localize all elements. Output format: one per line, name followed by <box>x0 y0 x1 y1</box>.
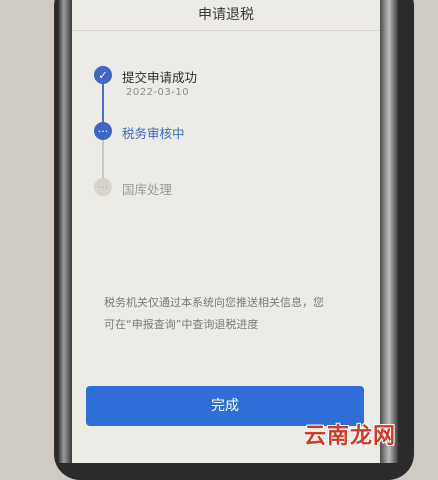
page-title: 申请退税 <box>198 7 254 23</box>
step-title-submitted: 提交申请成功 <box>122 70 198 85</box>
progress-steps: ✓ 提交申请成功 2022-03-10 ··· 税务审核中 ··· 国库处理 <box>92 62 352 202</box>
check-icon: ✓ <box>94 66 112 84</box>
phone-bezel-right <box>380 0 398 463</box>
info-line-2: 可在“申报查询”中查询退税进度 <box>104 318 259 331</box>
phone-screen: 申请退税 ✓ 提交申请成功 2022-03-10 ··· 税务审核中 ··· 国… <box>72 0 380 463</box>
phone-bezel-left <box>58 0 72 463</box>
info-line-1: 税务机关仅通过本系统向您推送相关信息，您 <box>104 296 324 309</box>
info-text: 税务机关仅通过本系统向您推送相关信息，您 可在“申报查询”中查询退税进度 <box>104 292 364 336</box>
ellipsis-icon: ··· <box>94 122 112 140</box>
page-header: 申请退税 <box>72 0 380 31</box>
step-title-reviewing: 税务审核中 <box>122 126 185 141</box>
watermark-text: 云南龙网 <box>304 424 397 449</box>
ellipsis-icon: ··· <box>94 178 112 196</box>
step-date: 2022-03-10 <box>126 87 190 98</box>
step-title-treasury: 国库处理 <box>122 182 173 197</box>
